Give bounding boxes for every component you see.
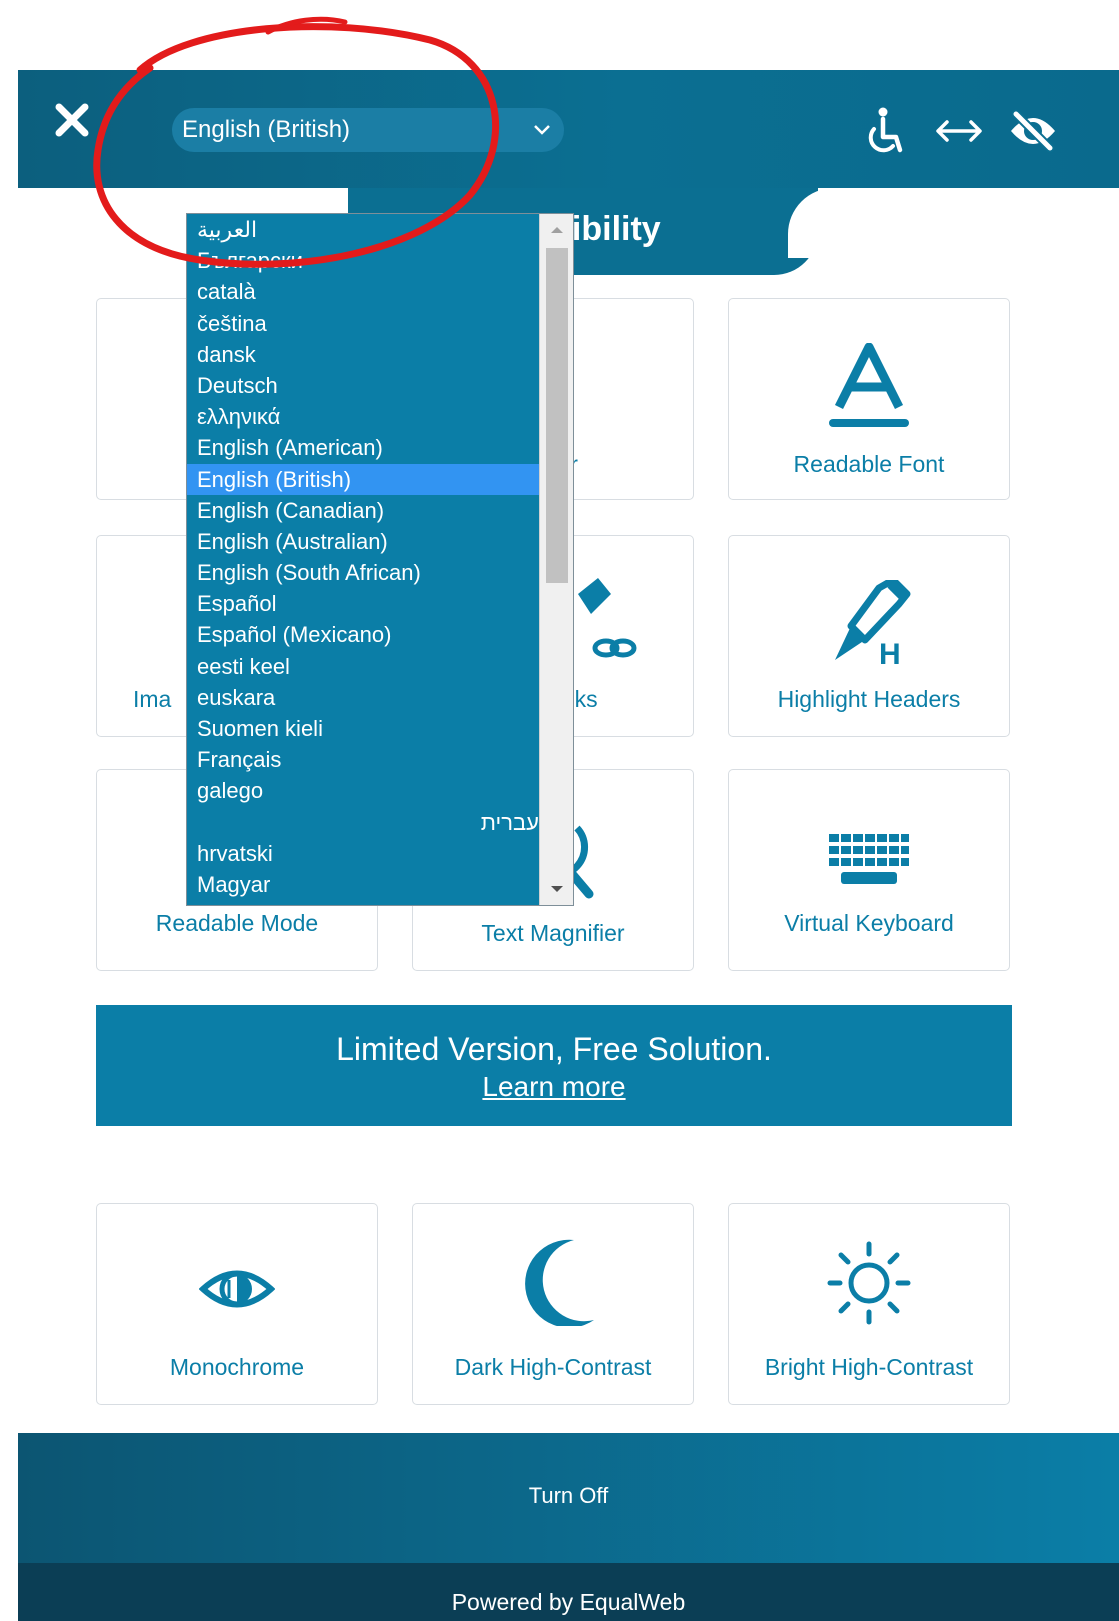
language-option[interactable]: čeština — [187, 308, 539, 339]
card-bright-high-contrast-label: Bright High-Contrast — [764, 1354, 974, 1380]
card-highlight-headers-label: Highlight Headers — [777, 686, 961, 712]
language-option[interactable]: ελληνικά — [187, 401, 539, 432]
tab-corner — [788, 188, 1119, 258]
dropdown-scrollbar[interactable] — [539, 214, 573, 905]
chevron-down-icon — [530, 108, 554, 152]
language-option[interactable]: עברית — [187, 807, 539, 838]
card-virtual-keyboard[interactable]: Virtual Keyboard — [728, 769, 1010, 971]
language-option[interactable]: dansk — [187, 339, 539, 370]
panel-header: English (British) — [18, 70, 1119, 188]
accessibility-panel: English (British) sibility Readable Font… — [18, 70, 1119, 1621]
sun-icon — [729, 1240, 1009, 1326]
card-bright-high-contrast[interactable]: Bright High-Contrast — [728, 1203, 1010, 1405]
card-readable-font-label: Readable Font — [793, 451, 945, 477]
horizontal-arrows-icon[interactable] — [933, 106, 985, 156]
language-option[interactable]: English (South African) — [187, 557, 539, 588]
card-dark-high-contrast-label: Dark High-Contrast — [454, 1354, 652, 1380]
card-dark-high-contrast[interactable]: Dark High-Contrast — [412, 1203, 694, 1405]
card-virtual-keyboard-label: Virtual Keyboard — [784, 910, 954, 936]
card-text-magnifier-label: Text Magnifier — [481, 920, 625, 946]
language-option[interactable]: Français — [187, 744, 539, 775]
language-select-value: English (British) — [182, 116, 351, 143]
language-select[interactable]: English (British) — [172, 108, 564, 152]
close-icon[interactable] — [52, 100, 92, 140]
language-option[interactable]: Suomen kieli — [187, 713, 539, 744]
readable-font-icon — [729, 343, 1009, 429]
card-readable-font[interactable]: Readable Font — [728, 298, 1010, 500]
panel-footer: Turn Off — [18, 1433, 1119, 1563]
language-option[interactable]: English (Australian) — [187, 526, 539, 557]
language-dropdown-list[interactable]: العربية Български català čeština dansk D… — [186, 213, 574, 906]
scroll-up-arrow-icon[interactable] — [540, 218, 573, 242]
card-image-descriptions-label: Ima — [133, 686, 172, 712]
language-option[interactable]: català — [187, 276, 539, 307]
language-option[interactable]: galego — [187, 775, 539, 806]
keyboard-icon — [729, 832, 1009, 886]
language-option[interactable]: Magyar — [187, 869, 539, 900]
scroll-down-arrow-icon[interactable] — [540, 877, 573, 901]
language-options: العربية Български català čeština dansk D… — [187, 214, 539, 900]
promo-banner: Limited Version, Free Solution. Learn mo… — [96, 1005, 1012, 1126]
monochrome-eye-icon — [97, 1264, 377, 1314]
scrollbar-thumb[interactable] — [546, 248, 568, 583]
language-option[interactable]: Español — [187, 588, 539, 619]
header-icons — [859, 106, 1059, 156]
language-option[interactable]: English (American) — [187, 432, 539, 463]
card-highlight-headers[interactable]: H Highlight Headers — [728, 535, 1010, 737]
language-option[interactable]: euskara — [187, 682, 539, 713]
svg-text:H: H — [879, 638, 901, 666]
eye-slash-icon[interactable] — [1007, 106, 1059, 156]
language-option[interactable]: English (Canadian) — [187, 495, 539, 526]
promo-title: Limited Version, Free Solution. — [336, 1031, 772, 1067]
powered-by-bar: Powered by EqualWeb — [18, 1563, 1119, 1621]
card-readable-mode-label: Readable Mode — [155, 910, 319, 936]
moon-icon — [413, 1234, 693, 1326]
card-monochrome-label: Monochrome — [169, 1354, 305, 1380]
card-monochrome[interactable]: Monochrome — [96, 1203, 378, 1405]
powered-by-text[interactable]: Powered by EqualWeb — [18, 1589, 1119, 1616]
language-option[interactable]: العربية — [187, 214, 539, 245]
language-option[interactable]: eesti keel — [187, 651, 539, 682]
language-option[interactable]: Español (Mexicano) — [187, 619, 539, 650]
language-option[interactable]: Deutsch — [187, 370, 539, 401]
highlight-pen-icon: H — [729, 580, 1009, 666]
accessibility-person-icon[interactable] — [859, 106, 911, 156]
language-option-selected[interactable]: English (British) — [187, 463, 539, 495]
learn-more-link[interactable]: Learn more — [96, 1071, 1012, 1103]
language-option[interactable]: Български — [187, 245, 539, 276]
turn-off-button[interactable]: Turn Off — [18, 1483, 1119, 1509]
language-option[interactable]: hrvatski — [187, 838, 539, 869]
